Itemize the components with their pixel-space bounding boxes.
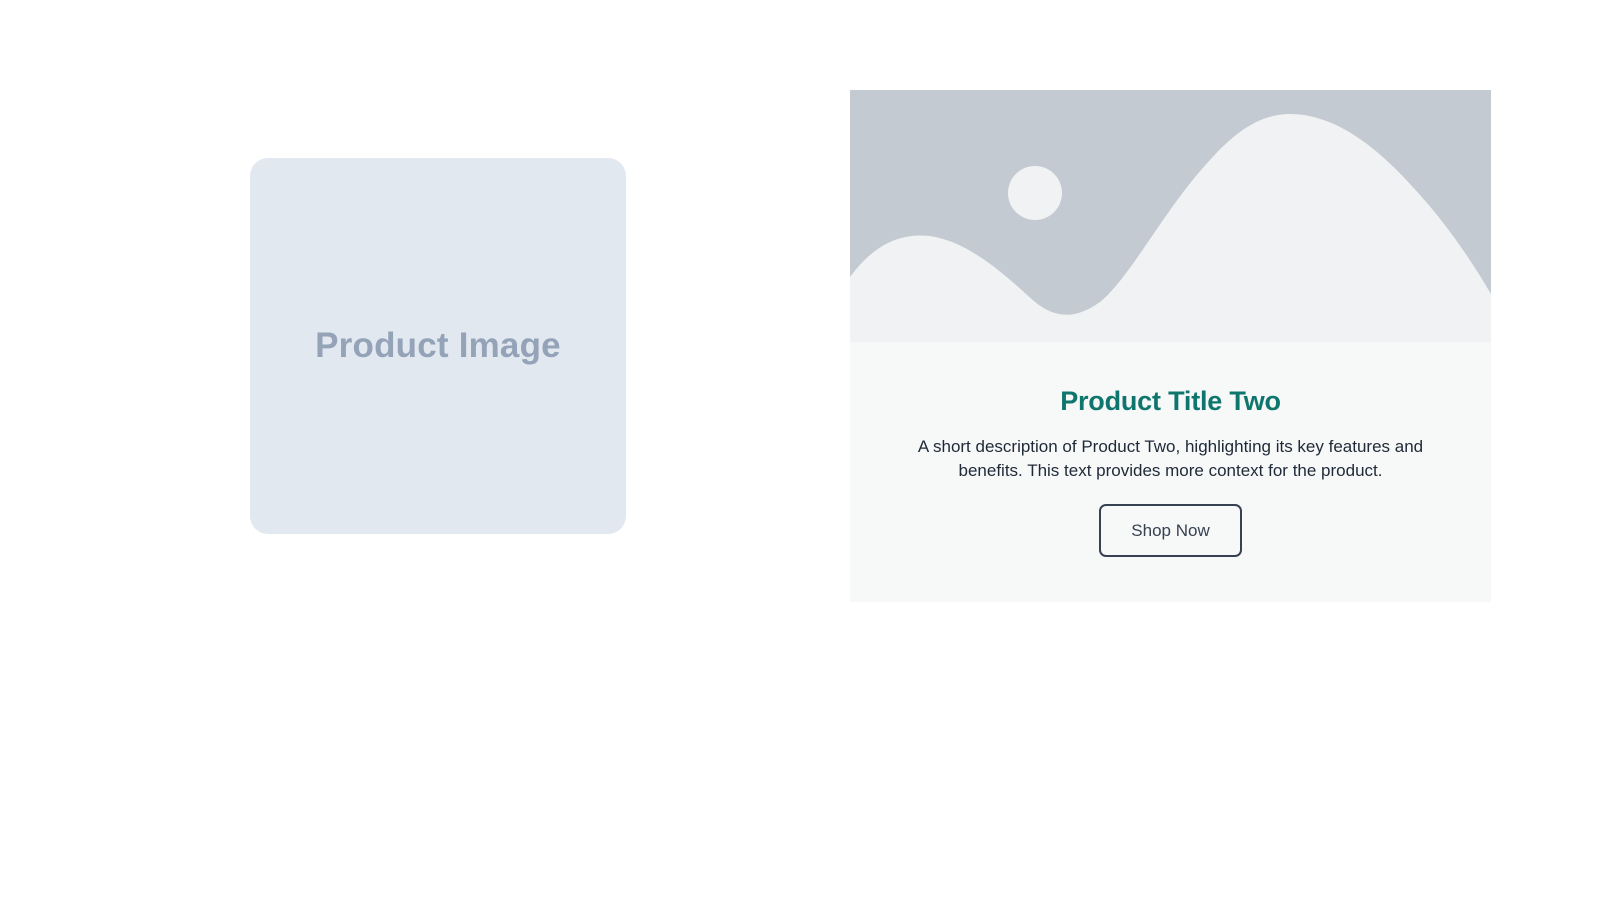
product-image-label: Product Image bbox=[315, 326, 561, 365]
product-card: Product Title Two A short description of… bbox=[850, 90, 1491, 602]
shop-now-button[interactable]: Shop Now bbox=[1099, 504, 1242, 557]
product-image-placeholder: Product Image bbox=[250, 158, 626, 534]
landscape-placeholder-icon bbox=[850, 90, 1491, 342]
product-title: Product Title Two bbox=[1060, 386, 1281, 416]
image-sun bbox=[1008, 166, 1062, 220]
product-description: A short description of Product Two, high… bbox=[917, 437, 1424, 480]
page-canvas: Product Image Product Title Two A short … bbox=[0, 0, 1600, 900]
product-card-body: Product Title Two A short description of… bbox=[850, 342, 1491, 602]
